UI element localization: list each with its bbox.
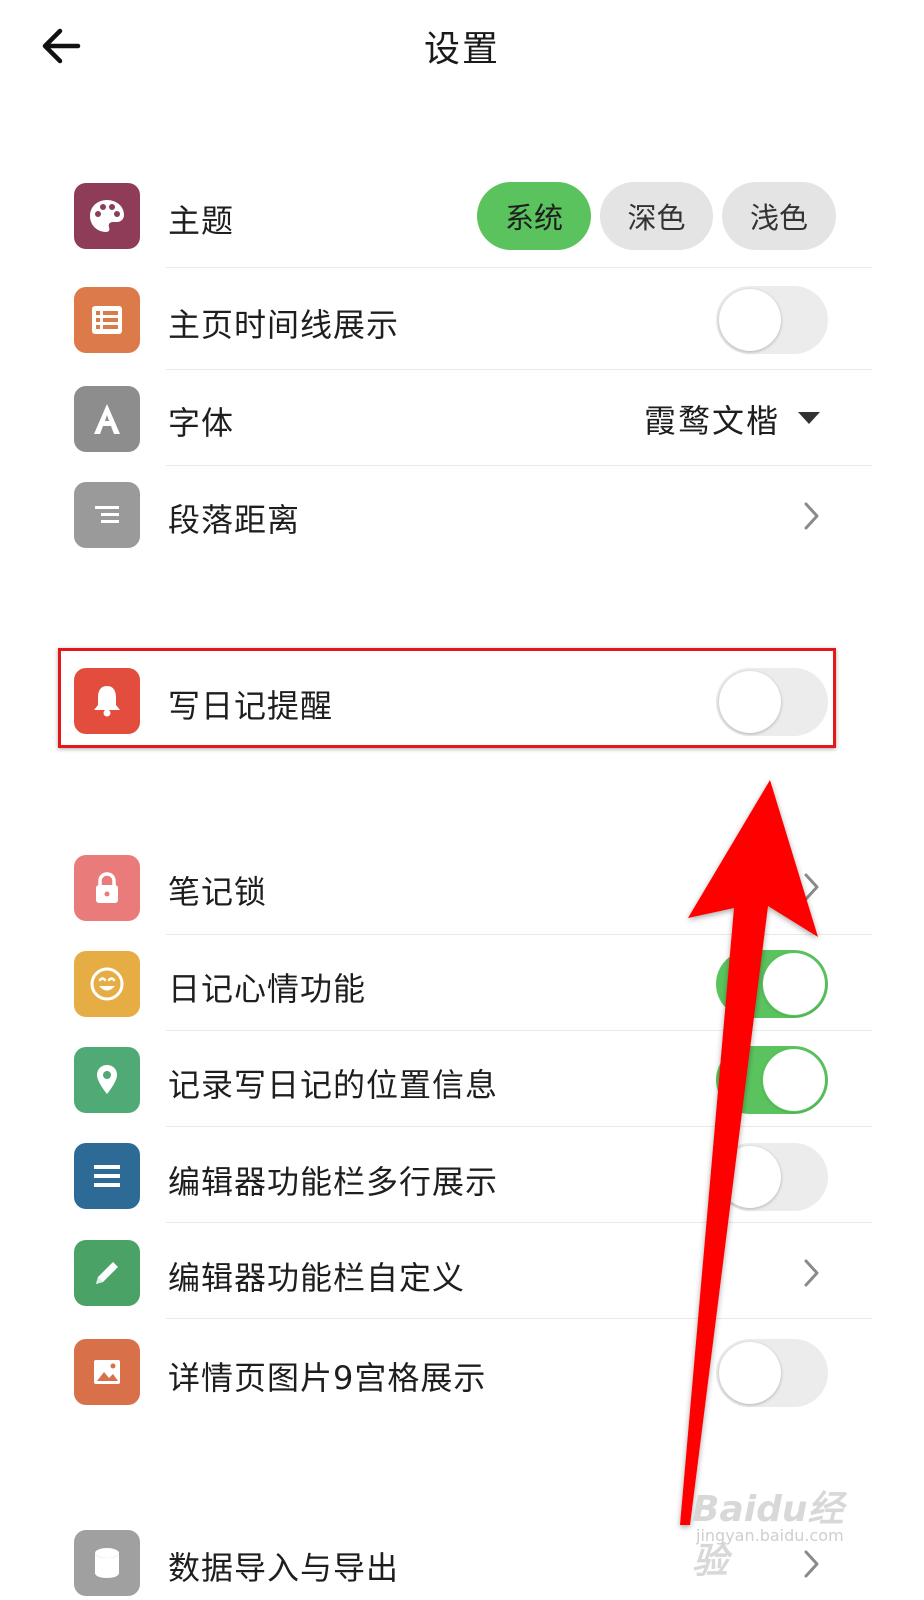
divider <box>166 1030 872 1031</box>
palette-icon <box>74 183 140 249</box>
smile-icon <box>74 951 140 1017</box>
timeline-label: 主页时间线展示 <box>168 306 400 344</box>
timeline-toggle[interactable] <box>716 286 828 354</box>
toolbar-multiline-label: 编辑器功能栏多行展示 <box>168 1163 499 1201</box>
database-icon <box>74 1530 140 1596</box>
list-icon <box>74 287 140 353</box>
theme-option-dark[interactable]: 深色 <box>600 182 713 250</box>
theme-option-light[interactable]: 浅色 <box>722 182 836 250</box>
letter-a-icon <box>74 386 140 452</box>
grid9-label: 详情页图片9宫格展示 <box>168 1359 487 1397</box>
divider <box>166 267 872 268</box>
watermark-logo: Baidu经验 jingyan.baidu.com <box>692 1480 862 1582</box>
menu-lines-icon <box>74 1143 140 1209</box>
divider <box>166 1318 872 1319</box>
font-label: 字体 <box>168 404 235 442</box>
note-lock-label: 笔记锁 <box>168 873 268 911</box>
grid9-toggle[interactable] <box>716 1339 828 1407</box>
divider <box>166 465 872 466</box>
app-header: 设置 <box>0 0 924 92</box>
lock-icon <box>74 855 140 921</box>
location-toggle[interactable] <box>716 1046 828 1114</box>
data-io-label: 数据导入与导出 <box>168 1549 400 1587</box>
image-icon <box>74 1339 140 1405</box>
divider <box>166 369 872 370</box>
paragraph-label: 段落距离 <box>168 501 301 539</box>
theme-label: 主题 <box>168 202 235 240</box>
divider <box>166 1222 872 1223</box>
chevron-right-icon[interactable] <box>800 500 822 532</box>
mood-toggle[interactable] <box>716 950 828 1018</box>
chevron-right-icon[interactable] <box>800 871 822 903</box>
bell-icon <box>74 668 140 734</box>
toolbar-custom-label: 编辑器功能栏自定义 <box>168 1259 466 1297</box>
reminder-label: 写日记提醒 <box>168 687 334 725</box>
font-value[interactable]: 霞鹜文楷 <box>644 396 780 442</box>
watermark-url: jingyan.baidu.com <box>696 1526 844 1545</box>
theme-option-system[interactable]: 系统 <box>477 182 591 250</box>
divider <box>166 934 872 935</box>
location-label: 记录写日记的位置信息 <box>168 1066 499 1104</box>
reminder-toggle[interactable] <box>716 668 828 736</box>
page-title: 设置 <box>423 29 500 70</box>
toolbar-multiline-toggle[interactable] <box>716 1143 828 1211</box>
mood-label: 日记心情功能 <box>168 970 367 1008</box>
chevron-right-icon[interactable] <box>800 1257 822 1289</box>
caret-down-icon[interactable] <box>798 412 820 424</box>
align-right-icon <box>74 482 140 548</box>
divider <box>166 1126 872 1127</box>
location-pin-icon <box>74 1047 140 1113</box>
pencil-icon <box>74 1240 140 1306</box>
